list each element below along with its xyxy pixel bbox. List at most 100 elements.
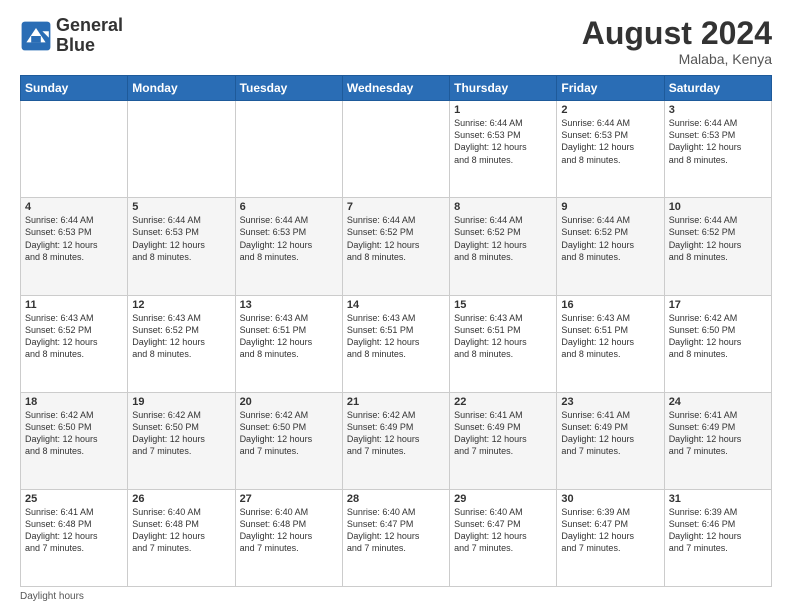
day-info: Sunrise: 6:40 AMSunset: 6:48 PMDaylight:… <box>132 506 230 555</box>
calendar-cell <box>235 101 342 198</box>
daylight-hours-label: Daylight hours <box>20 591 84 602</box>
calendar-week-1: 4Sunrise: 6:44 AMSunset: 6:53 PMDaylight… <box>21 198 772 295</box>
calendar-cell: 21Sunrise: 6:42 AMSunset: 6:49 PMDayligh… <box>342 392 449 489</box>
day-number: 20 <box>240 396 338 408</box>
calendar-header-row: SundayMondayTuesdayWednesdayThursdayFrid… <box>21 76 772 101</box>
calendar-cell: 12Sunrise: 6:43 AMSunset: 6:52 PMDayligh… <box>128 295 235 392</box>
day-info: Sunrise: 6:42 AMSunset: 6:50 PMDaylight:… <box>25 409 123 458</box>
day-info: Sunrise: 6:44 AMSunset: 6:53 PMDaylight:… <box>25 214 123 263</box>
calendar-cell: 27Sunrise: 6:40 AMSunset: 6:48 PMDayligh… <box>235 489 342 586</box>
day-number: 19 <box>132 396 230 408</box>
logo-line2: Blue <box>56 36 123 56</box>
logo: General Blue <box>20 16 123 56</box>
day-number: 11 <box>25 299 123 311</box>
logo-text: General Blue <box>56 16 123 56</box>
month-title: August 2024 <box>582 16 772 51</box>
location: Malaba, Kenya <box>582 51 772 67</box>
day-info: Sunrise: 6:41 AMSunset: 6:49 PMDaylight:… <box>669 409 767 458</box>
day-number: 10 <box>669 201 767 213</box>
calendar-cell: 28Sunrise: 6:40 AMSunset: 6:47 PMDayligh… <box>342 489 449 586</box>
day-info: Sunrise: 6:40 AMSunset: 6:47 PMDaylight:… <box>347 506 445 555</box>
calendar-cell: 6Sunrise: 6:44 AMSunset: 6:53 PMDaylight… <box>235 198 342 295</box>
day-number: 1 <box>454 104 552 116</box>
day-number: 4 <box>25 201 123 213</box>
day-number: 30 <box>561 493 659 505</box>
calendar-header-monday: Monday <box>128 76 235 101</box>
day-info: Sunrise: 6:42 AMSunset: 6:50 PMDaylight:… <box>132 409 230 458</box>
calendar-cell: 3Sunrise: 6:44 AMSunset: 6:53 PMDaylight… <box>664 101 771 198</box>
day-number: 3 <box>669 104 767 116</box>
day-number: 8 <box>454 201 552 213</box>
day-info: Sunrise: 6:44 AMSunset: 6:52 PMDaylight:… <box>561 214 659 263</box>
calendar-cell <box>342 101 449 198</box>
day-number: 25 <box>25 493 123 505</box>
calendar-cell: 10Sunrise: 6:44 AMSunset: 6:52 PMDayligh… <box>664 198 771 295</box>
day-info: Sunrise: 6:42 AMSunset: 6:50 PMDaylight:… <box>240 409 338 458</box>
day-number: 18 <box>25 396 123 408</box>
calendar-cell: 5Sunrise: 6:44 AMSunset: 6:53 PMDaylight… <box>128 198 235 295</box>
calendar-week-2: 11Sunrise: 6:43 AMSunset: 6:52 PMDayligh… <box>21 295 772 392</box>
day-info: Sunrise: 6:43 AMSunset: 6:51 PMDaylight:… <box>454 312 552 361</box>
calendar-cell: 19Sunrise: 6:42 AMSunset: 6:50 PMDayligh… <box>128 392 235 489</box>
day-info: Sunrise: 6:43 AMSunset: 6:51 PMDaylight:… <box>561 312 659 361</box>
day-number: 5 <box>132 201 230 213</box>
calendar-cell: 17Sunrise: 6:42 AMSunset: 6:50 PMDayligh… <box>664 295 771 392</box>
calendar-cell: 20Sunrise: 6:42 AMSunset: 6:50 PMDayligh… <box>235 392 342 489</box>
day-info: Sunrise: 6:41 AMSunset: 6:48 PMDaylight:… <box>25 506 123 555</box>
day-info: Sunrise: 6:44 AMSunset: 6:52 PMDaylight:… <box>454 214 552 263</box>
calendar-header-sunday: Sunday <box>21 76 128 101</box>
day-number: 26 <box>132 493 230 505</box>
day-info: Sunrise: 6:43 AMSunset: 6:52 PMDaylight:… <box>25 312 123 361</box>
day-number: 12 <box>132 299 230 311</box>
logo-icon <box>20 20 52 52</box>
day-info: Sunrise: 6:41 AMSunset: 6:49 PMDaylight:… <box>561 409 659 458</box>
day-number: 9 <box>561 201 659 213</box>
calendar-cell: 23Sunrise: 6:41 AMSunset: 6:49 PMDayligh… <box>557 392 664 489</box>
calendar-cell: 1Sunrise: 6:44 AMSunset: 6:53 PMDaylight… <box>450 101 557 198</box>
day-number: 22 <box>454 396 552 408</box>
day-info: Sunrise: 6:43 AMSunset: 6:51 PMDaylight:… <box>347 312 445 361</box>
calendar-cell: 24Sunrise: 6:41 AMSunset: 6:49 PMDayligh… <box>664 392 771 489</box>
title-block: August 2024 Malaba, Kenya <box>582 16 772 67</box>
day-number: 29 <box>454 493 552 505</box>
day-info: Sunrise: 6:41 AMSunset: 6:49 PMDaylight:… <box>454 409 552 458</box>
calendar-cell: 15Sunrise: 6:43 AMSunset: 6:51 PMDayligh… <box>450 295 557 392</box>
calendar-cell: 8Sunrise: 6:44 AMSunset: 6:52 PMDaylight… <box>450 198 557 295</box>
day-number: 2 <box>561 104 659 116</box>
calendar-cell <box>21 101 128 198</box>
day-number: 15 <box>454 299 552 311</box>
calendar-cell: 4Sunrise: 6:44 AMSunset: 6:53 PMDaylight… <box>21 198 128 295</box>
calendar-cell: 29Sunrise: 6:40 AMSunset: 6:47 PMDayligh… <box>450 489 557 586</box>
calendar-header-saturday: Saturday <box>664 76 771 101</box>
day-info: Sunrise: 6:39 AMSunset: 6:46 PMDaylight:… <box>669 506 767 555</box>
calendar-cell: 30Sunrise: 6:39 AMSunset: 6:47 PMDayligh… <box>557 489 664 586</box>
day-info: Sunrise: 6:44 AMSunset: 6:53 PMDaylight:… <box>561 117 659 166</box>
calendar-cell: 22Sunrise: 6:41 AMSunset: 6:49 PMDayligh… <box>450 392 557 489</box>
calendar-header-tuesday: Tuesday <box>235 76 342 101</box>
day-number: 17 <box>669 299 767 311</box>
footer-note: Daylight hours <box>20 591 772 602</box>
calendar-cell: 18Sunrise: 6:42 AMSunset: 6:50 PMDayligh… <box>21 392 128 489</box>
calendar-cell: 13Sunrise: 6:43 AMSunset: 6:51 PMDayligh… <box>235 295 342 392</box>
day-info: Sunrise: 6:40 AMSunset: 6:47 PMDaylight:… <box>454 506 552 555</box>
calendar-header-friday: Friday <box>557 76 664 101</box>
day-info: Sunrise: 6:43 AMSunset: 6:52 PMDaylight:… <box>132 312 230 361</box>
day-number: 28 <box>347 493 445 505</box>
calendar-cell <box>128 101 235 198</box>
day-number: 6 <box>240 201 338 213</box>
calendar-cell: 2Sunrise: 6:44 AMSunset: 6:53 PMDaylight… <box>557 101 664 198</box>
day-info: Sunrise: 6:43 AMSunset: 6:51 PMDaylight:… <box>240 312 338 361</box>
day-number: 23 <box>561 396 659 408</box>
day-number: 14 <box>347 299 445 311</box>
day-info: Sunrise: 6:39 AMSunset: 6:47 PMDaylight:… <box>561 506 659 555</box>
day-number: 27 <box>240 493 338 505</box>
day-info: Sunrise: 6:44 AMSunset: 6:53 PMDaylight:… <box>454 117 552 166</box>
page: General Blue August 2024 Malaba, Kenya S… <box>0 0 792 612</box>
day-info: Sunrise: 6:44 AMSunset: 6:53 PMDaylight:… <box>132 214 230 263</box>
day-info: Sunrise: 6:44 AMSunset: 6:52 PMDaylight:… <box>347 214 445 263</box>
calendar-header-thursday: Thursday <box>450 76 557 101</box>
day-info: Sunrise: 6:44 AMSunset: 6:53 PMDaylight:… <box>669 117 767 166</box>
day-number: 7 <box>347 201 445 213</box>
day-number: 24 <box>669 396 767 408</box>
calendar-cell: 14Sunrise: 6:43 AMSunset: 6:51 PMDayligh… <box>342 295 449 392</box>
